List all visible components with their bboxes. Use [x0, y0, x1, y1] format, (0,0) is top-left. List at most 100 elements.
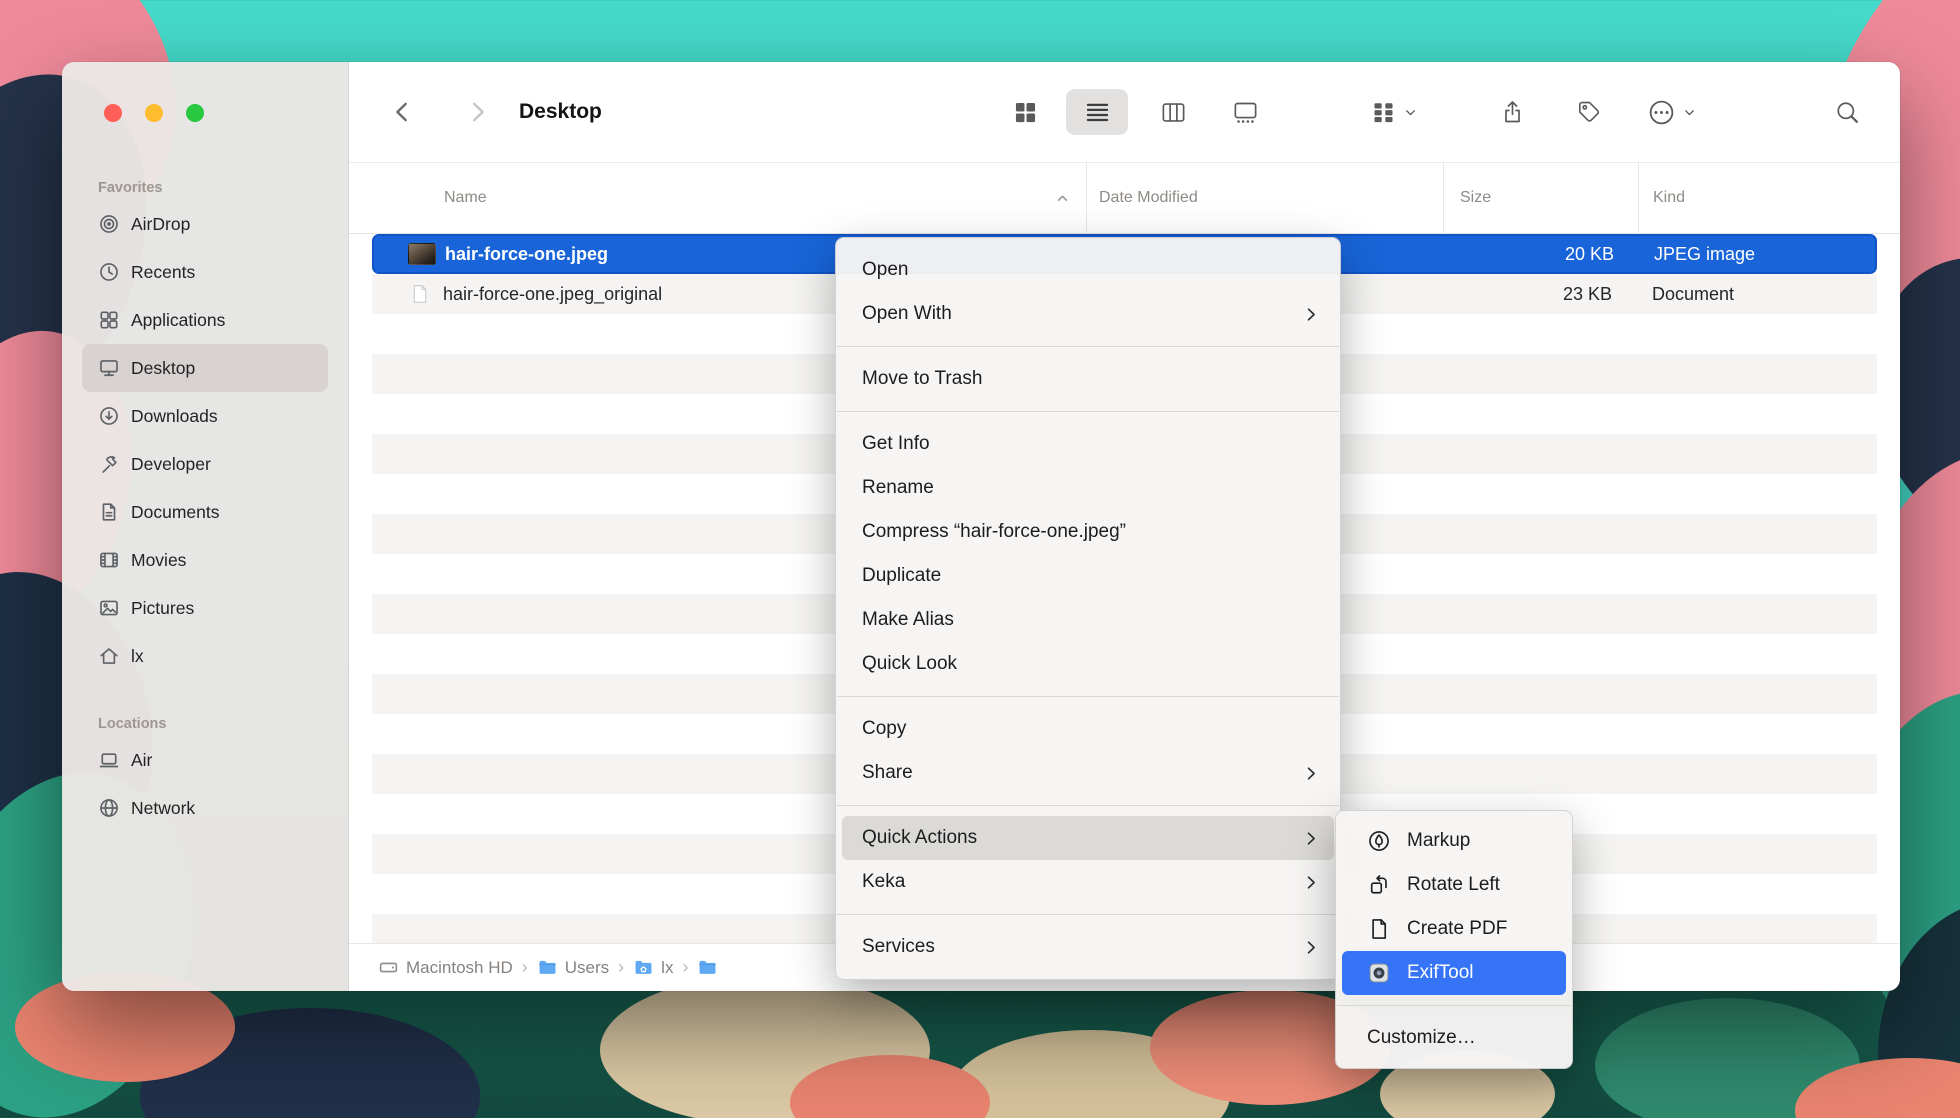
- pictures-icon: [98, 597, 120, 619]
- menu-item-label: Share: [862, 762, 913, 784]
- menu-item-quick-actions[interactable]: Quick Actions: [842, 816, 1334, 860]
- menu-item-services[interactable]: Services: [842, 925, 1334, 969]
- sidebar-item-air[interactable]: Air: [82, 736, 328, 784]
- submenu-item-exiftool[interactable]: ExifTool: [1342, 951, 1566, 995]
- search-button[interactable]: [1826, 90, 1868, 134]
- share-button[interactable]: [1492, 90, 1532, 134]
- tag-icon: [1576, 99, 1602, 125]
- more-actions-button[interactable]: [1636, 90, 1708, 134]
- applications-icon: [98, 309, 120, 331]
- breadcrumb-label: lx: [661, 958, 673, 978]
- view-grid-button[interactable]: [996, 90, 1054, 134]
- view-list-button[interactable]: [1066, 89, 1128, 135]
- close-button[interactable]: [104, 104, 122, 122]
- column-header-date-modified[interactable]: Date Modified: [1086, 163, 1443, 233]
- sidebar-item-movies[interactable]: Movies: [82, 536, 328, 584]
- folder-icon: [697, 957, 718, 978]
- breadcrumb-item-lx[interactable]: lx: [633, 957, 673, 978]
- create-pdf-icon: [1367, 917, 1391, 941]
- sidebar-item-pictures[interactable]: Pictures: [82, 584, 328, 632]
- breadcrumb-item-item[interactable]: [697, 957, 718, 978]
- menu-item-label: Services: [862, 936, 935, 958]
- breadcrumb-item-macintosh-hd[interactable]: Macintosh HD: [378, 957, 513, 978]
- chevron-down-icon: [1403, 105, 1418, 120]
- view-columns-button[interactable]: [1144, 90, 1202, 134]
- submenu-item-rotate-left[interactable]: Rotate Left: [1342, 863, 1566, 907]
- folder-home-icon: [633, 957, 654, 978]
- submenu-item-label: ExifTool: [1407, 962, 1474, 984]
- menu-item-copy[interactable]: Copy: [842, 707, 1334, 751]
- sidebar-item-developer[interactable]: Developer: [82, 440, 328, 488]
- menu-item-label: Rename: [862, 477, 934, 499]
- search-icon: [1834, 99, 1861, 126]
- sidebar-item-label: Applications: [131, 310, 225, 331]
- movies-icon: [98, 549, 120, 571]
- sidebar-item-downloads[interactable]: Downloads: [82, 392, 328, 440]
- sidebar-item-lx[interactable]: lx: [82, 632, 328, 680]
- breadcrumb-label: Users: [565, 958, 609, 978]
- sidebar-item-network[interactable]: Network: [82, 784, 328, 832]
- back-button[interactable]: [383, 90, 423, 134]
- sidebar-item-label: lx: [131, 646, 144, 667]
- sidebar-item-label: Desktop: [131, 358, 195, 379]
- traffic-lights: [104, 104, 204, 122]
- sidebar-item-label: Pictures: [131, 598, 194, 619]
- submenu-item-label: Customize…: [1367, 1027, 1476, 1049]
- view-gallery-button[interactable]: [1216, 90, 1274, 134]
- menu-item-share[interactable]: Share: [842, 751, 1334, 795]
- sidebar-section-header: Favorites: [98, 180, 348, 196]
- menu-item-make-alias[interactable]: Make Alias: [842, 598, 1334, 642]
- menu-item-quick-look[interactable]: Quick Look: [842, 642, 1334, 686]
- markup-icon: [1367, 829, 1391, 853]
- menu-item-open-with[interactable]: Open With: [842, 292, 1334, 336]
- menu-separator: [837, 805, 1339, 806]
- submenu-item-customize[interactable]: Customize…: [1342, 1016, 1566, 1060]
- submenu-item-create-pdf[interactable]: Create PDF: [1342, 907, 1566, 951]
- forward-button[interactable]: [457, 90, 497, 134]
- column-header-size[interactable]: Size: [1443, 163, 1638, 233]
- chevron-down-icon: [1682, 105, 1697, 120]
- sidebar-item-documents[interactable]: Documents: [82, 488, 328, 536]
- column-header-label: Kind: [1653, 189, 1685, 207]
- sidebar-item-recents[interactable]: Recents: [82, 248, 328, 296]
- menu-separator: [837, 696, 1339, 697]
- breadcrumb-separator-icon: ›: [682, 957, 688, 978]
- minimize-button[interactable]: [145, 104, 163, 122]
- submenu-item-label: Rotate Left: [1407, 874, 1500, 896]
- tags-button[interactable]: [1569, 90, 1609, 134]
- sidebar-item-desktop[interactable]: Desktop: [82, 344, 328, 392]
- menu-item-get-info[interactable]: Get Info: [842, 422, 1334, 466]
- menu-item-label: Keka: [862, 871, 905, 893]
- menu-item-label: Quick Look: [862, 653, 957, 675]
- menu-item-move-to-trash[interactable]: Move to Trash: [842, 357, 1334, 401]
- submenu-arrow-icon: [1303, 939, 1320, 956]
- sidebar-item-applications[interactable]: Applications: [82, 296, 328, 344]
- window-title: Desktop: [519, 62, 602, 162]
- menu-item-keka[interactable]: Keka: [842, 860, 1334, 904]
- menu-item-duplicate[interactable]: Duplicate: [842, 554, 1334, 598]
- sidebar-item-label: Developer: [131, 454, 211, 475]
- column-header-kind[interactable]: Kind: [1638, 163, 1900, 233]
- drive-icon: [378, 957, 399, 978]
- sidebar-section-header: Locations: [98, 716, 348, 732]
- sidebar-sections: Favorites AirDropRecents Applications Deskt…: [62, 166, 348, 832]
- submenu-item-markup[interactable]: Markup: [1342, 819, 1566, 863]
- menu-item-label: Open With: [862, 303, 952, 325]
- zoom-button[interactable]: [186, 104, 204, 122]
- menu-item-open[interactable]: Open: [842, 248, 1334, 292]
- column-header-name[interactable]: Name: [349, 163, 1086, 233]
- menu-item-compress-hair-force-one-jpeg[interactable]: Compress “hair-force-one.jpeg”: [842, 510, 1334, 554]
- breadcrumb-item-users[interactable]: Users: [537, 957, 609, 978]
- menu-item-rename[interactable]: Rename: [842, 466, 1334, 510]
- group-button[interactable]: [1359, 90, 1429, 134]
- submenu-arrow-icon: [1303, 874, 1320, 891]
- menu-item-label: Duplicate: [862, 565, 941, 587]
- submenu-arrow-icon: [1303, 306, 1320, 323]
- menu-item-label: Open: [862, 259, 908, 281]
- developer-icon: [98, 453, 120, 475]
- sidebar: Favorites AirDropRecents Applications Deskt…: [62, 62, 349, 991]
- group-icon: [1370, 99, 1397, 126]
- submenu-item-label: Create PDF: [1407, 918, 1507, 940]
- sidebar-item-airdrop[interactable]: AirDrop: [82, 200, 328, 248]
- menu-separator: [837, 914, 1339, 915]
